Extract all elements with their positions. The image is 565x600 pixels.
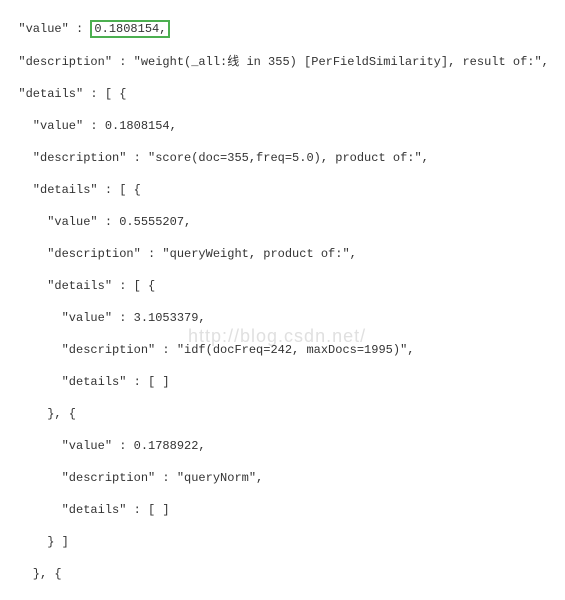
- code-line: "value" : 0.5555207,: [4, 214, 565, 230]
- code-line: "description" : "weight(_all:线 in 355) […: [4, 54, 565, 70]
- code-line: "value" : 3.1053379,: [4, 310, 565, 326]
- code-line: "details" : [ {: [4, 182, 565, 198]
- code-line: "details" : [ ]: [4, 374, 565, 390]
- code-text: "value" :: [4, 22, 90, 36]
- highlighted-value: 0.1808154,: [90, 20, 170, 38]
- code-line: "details" : [ ]: [4, 502, 565, 518]
- code-line: "value" : 0.1808154,: [4, 20, 565, 38]
- code-line: }, {: [4, 566, 565, 582]
- code-line: "value" : 0.1788922,: [4, 438, 565, 454]
- code-line: "value" : 0.1808154,: [4, 118, 565, 134]
- code-block: "value" : 0.1808154, "description" : "we…: [0, 0, 565, 600]
- code-line: "description" : "queryNorm",: [4, 470, 565, 486]
- code-line: "details" : [ {: [4, 278, 565, 294]
- code-line: "description" : "queryWeight, product of…: [4, 246, 565, 262]
- code-line: "details" : [ {: [4, 86, 565, 102]
- code-line: "description" : "idf(docFreq=242, maxDoc…: [4, 342, 565, 358]
- code-line: }, {: [4, 406, 565, 422]
- code-line: "description" : "score(doc=355,freq=5.0)…: [4, 150, 565, 166]
- code-line: } ]: [4, 534, 565, 550]
